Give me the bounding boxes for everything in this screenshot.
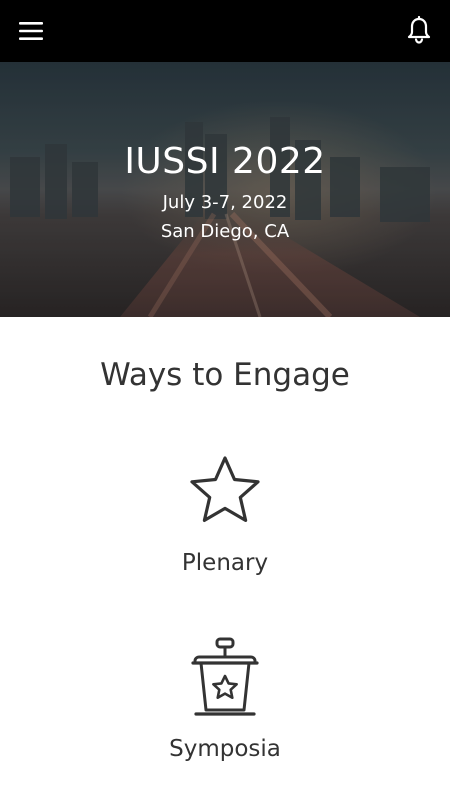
top-app-bar xyxy=(0,0,450,62)
conference-location: San Diego, CA xyxy=(160,221,290,242)
engage-item-label: Plenary xyxy=(181,550,269,576)
conference-title: IUSSI 2022 xyxy=(124,141,326,182)
conference-dates: July 3-7, 2022 xyxy=(162,192,288,213)
hamburger-menu-icon xyxy=(19,22,43,40)
star-icon xyxy=(190,456,260,522)
engage-item-symposia[interactable]: Symposia xyxy=(125,636,325,771)
hero-text-overlay: IUSSI 2022 July 3-7, 2022 San Diego, CA xyxy=(0,62,450,317)
hero-banner: IUSSI 2022 July 3-7, 2022 San Diego, CA xyxy=(0,62,450,317)
notifications-button[interactable] xyxy=(402,13,436,47)
menu-button[interactable] xyxy=(14,14,48,48)
engage-item-plenary[interactable]: Plenary xyxy=(125,452,325,587)
bell-icon xyxy=(407,16,431,44)
podium-star-icon xyxy=(191,637,259,716)
ways-to-engage-heading: Ways to Engage xyxy=(100,357,350,393)
engage-item-label: Symposia xyxy=(169,736,281,762)
app-screen: IUSSI 2022 July 3-7, 2022 San Diego, CA … xyxy=(0,0,450,800)
